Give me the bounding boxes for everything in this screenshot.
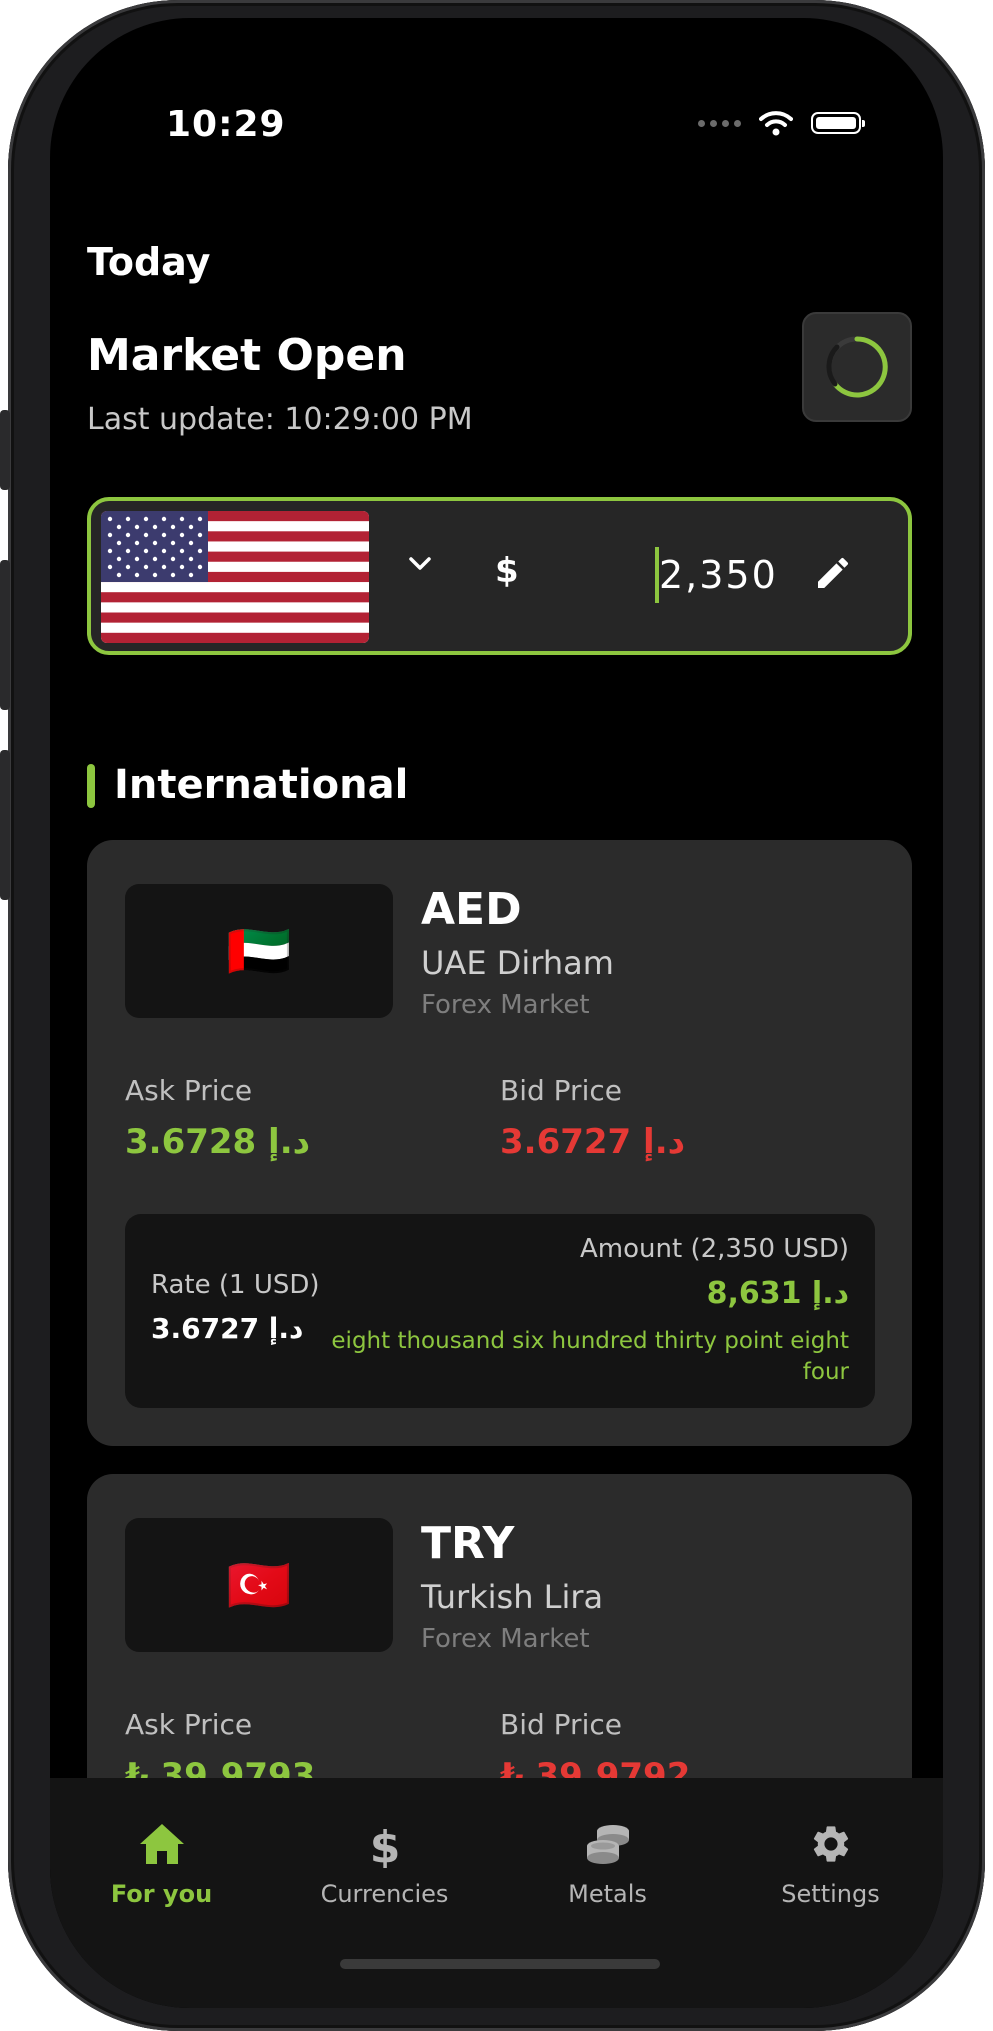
battery-icon bbox=[811, 112, 865, 134]
amount-input[interactable] bbox=[659, 547, 799, 603]
bid-price-value: 3.6727 د.إ bbox=[500, 1122, 686, 1162]
currency-card-aed[interactable]: 🇦🇪 AED UAE Dirham Forex Market Ask Price… bbox=[87, 840, 912, 1446]
flag-container: 🇹🇷 bbox=[125, 1518, 393, 1652]
status-icons bbox=[698, 110, 865, 136]
page-title: Today bbox=[87, 240, 211, 284]
gear-icon bbox=[813, 1826, 848, 1862]
tab-label: Metals bbox=[568, 1880, 647, 1908]
amount-value: 8,631 د.إ bbox=[706, 1276, 849, 1311]
tab-label: For you bbox=[110, 1880, 213, 1908]
turkey-flag-icon: 🇹🇷 bbox=[226, 1555, 292, 1616]
currency-name: UAE Dirham bbox=[421, 944, 614, 982]
bid-price-label: Bid Price bbox=[500, 1708, 622, 1741]
status-time: 10:29 bbox=[166, 104, 286, 145]
uae-flag-icon: 🇦🇪 bbox=[226, 921, 292, 982]
ask-price-label: Ask Price bbox=[125, 1074, 253, 1107]
currency-code: TRY bbox=[421, 1518, 515, 1569]
tab-label: Currencies bbox=[320, 1880, 449, 1908]
flag-container: 🇦🇪 bbox=[125, 884, 393, 1018]
signal-icon bbox=[698, 119, 741, 127]
bottom-tab-bar: For you $ Currencies Metals Settings bbox=[50, 1778, 943, 2008]
market-name: Forex Market bbox=[421, 1624, 590, 1654]
currency-name: Turkish Lira bbox=[421, 1578, 604, 1616]
edit-pencil-icon[interactable] bbox=[813, 553, 853, 593]
app-screen: 10:29 Today Market Open Last update: 10:… bbox=[50, 18, 943, 2008]
home-icon bbox=[139, 1824, 184, 1864]
volume-up-button bbox=[0, 560, 10, 710]
us-flag-icon[interactable] bbox=[101, 511, 369, 643]
chevron-down-icon[interactable] bbox=[407, 553, 433, 573]
dollar-icon: $ bbox=[370, 1822, 400, 1868]
currency-code: AED bbox=[421, 884, 522, 935]
amount-in-words: eight thousand six hundred thirty point … bbox=[331, 1328, 849, 1385]
amount-label: Amount (2,350 USD) bbox=[580, 1234, 849, 1264]
svg-text:$: $ bbox=[370, 1822, 400, 1868]
wifi-icon bbox=[759, 111, 793, 136]
rate-label: Rate (1 USD) bbox=[151, 1270, 320, 1300]
tab-label: Settings bbox=[781, 1880, 880, 1908]
last-update-text: Last update: 10:29:00 PM bbox=[87, 402, 473, 437]
bid-price-label: Bid Price bbox=[500, 1074, 622, 1107]
ask-price-label: Ask Price bbox=[125, 1708, 253, 1741]
refresh-progress-icon bbox=[826, 336, 888, 398]
currency-converter: $ bbox=[87, 497, 912, 655]
section-accent-bar bbox=[87, 764, 95, 808]
ask-price-value: 3.6728 د.إ bbox=[125, 1122, 311, 1162]
mute-switch bbox=[0, 410, 10, 490]
rate-value: 3.6727 د.إ bbox=[151, 1312, 304, 1345]
section-title: International bbox=[114, 762, 409, 808]
market-status: Market Open bbox=[87, 330, 407, 381]
refresh-button[interactable] bbox=[802, 312, 912, 422]
coins-icon bbox=[586, 1825, 629, 1864]
market-name: Forex Market bbox=[421, 990, 590, 1020]
rate-box: Rate (1 USD) 3.6727 د.إ Amount (2,350 US… bbox=[125, 1214, 875, 1408]
volume-down-button bbox=[0, 750, 10, 900]
currency-symbol: $ bbox=[495, 551, 519, 591]
home-indicator bbox=[340, 1959, 660, 1969]
